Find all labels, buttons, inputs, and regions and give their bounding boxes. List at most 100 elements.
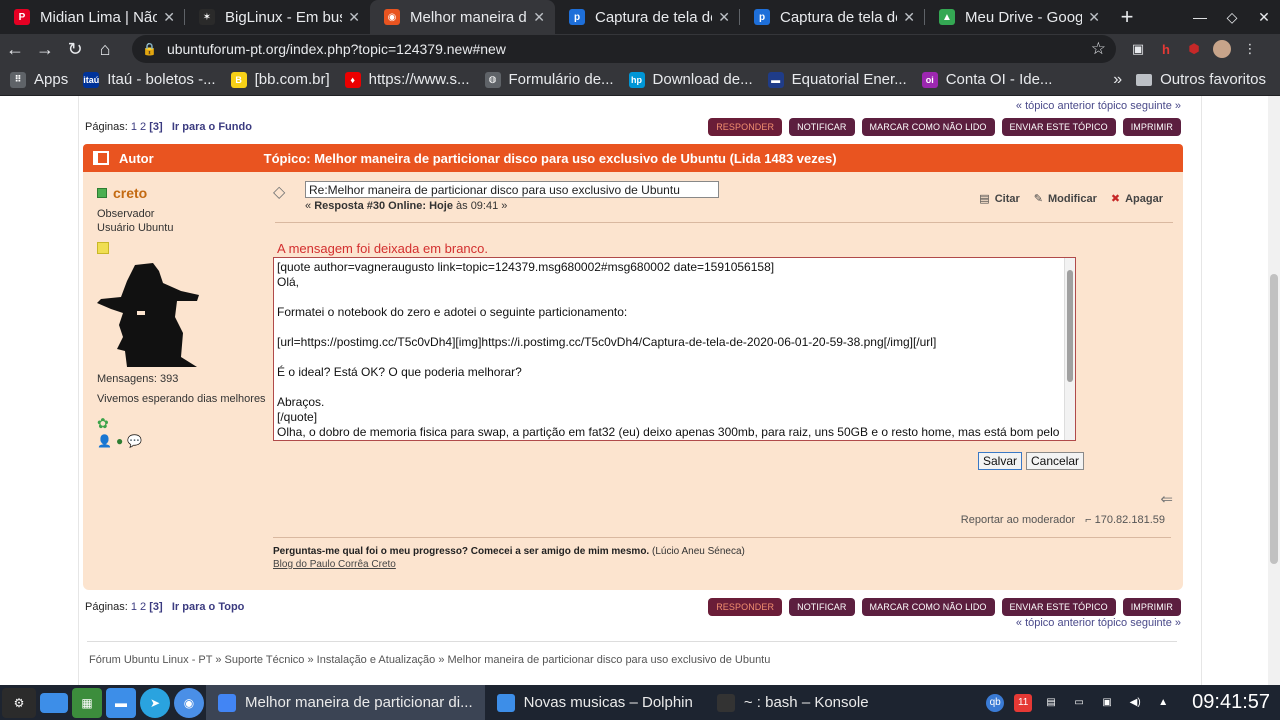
scrollbar-thumb[interactable] <box>1270 274 1278 564</box>
lock-icon: 🔒 <box>142 42 157 56</box>
page-links[interactable]: 1 2 <box>131 601 146 613</box>
imprimir-button[interactable]: IMPRIMIR <box>1122 598 1181 616</box>
ubuntu-icon: ◉ <box>384 9 400 25</box>
restore-icon[interactable]: ◇ <box>1216 0 1248 34</box>
profile-avatar-icon[interactable] <box>1208 35 1236 63</box>
browser-tab[interactable]: ▲ Meu Drive - Google ✕ <box>925 0 1110 34</box>
enviar-este-t-pico-button[interactable]: ENVIAR ESTE TÓPICO <box>1001 118 1116 136</box>
bookmark-item[interactable]: B [bb.com.br] <box>230 71 330 88</box>
tab-close-icon[interactable]: ✕ <box>348 9 360 26</box>
bookmark-item[interactable]: ♦ https://www.s... <box>344 71 470 88</box>
icq-icon[interactable]: ✿ <box>97 415 267 432</box>
tab-close-icon[interactable]: ✕ <box>163 9 175 26</box>
save-button[interactable]: Salvar <box>978 452 1023 470</box>
telegram-icon[interactable]: ➤ <box>140 687 170 718</box>
goto-bottom-link[interactable]: Ir para o Fundo <box>172 121 252 133</box>
cancel-button[interactable]: Cancelar <box>1026 452 1085 470</box>
extension-h-icon[interactable]: h <box>1152 35 1180 63</box>
menu-icon[interactable]: ⋮ <box>1236 35 1264 63</box>
page-links[interactable]: 1 2 <box>131 121 146 133</box>
santander-icon: ♦ <box>344 71 361 88</box>
poster-name[interactable]: creto <box>113 185 147 201</box>
responder-button[interactable]: RESPONDER <box>708 118 783 136</box>
app-launcher-icon[interactable]: ⚙ <box>2 687 36 718</box>
subject-input[interactable]: Re:Melhor maneira de particionar disco p… <box>305 181 719 198</box>
calculator-icon[interactable]: ▦ <box>72 687 102 718</box>
marcar-como-n-o-lido-button[interactable]: MARCAR COMO NÃO LIDO <box>861 118 995 136</box>
tab-close-icon[interactable]: ✕ <box>533 9 545 26</box>
enviar-este-t-pico-button[interactable]: ENVIAR ESTE TÓPICO <box>1001 598 1116 616</box>
network-icon[interactable]: ▣ <box>1098 694 1116 712</box>
bookmark-item[interactable]: ⠿ Apps <box>10 71 68 88</box>
clock[interactable]: 09:41:57 <box>1192 691 1270 714</box>
responder-button[interactable]: RESPONDER <box>708 598 783 616</box>
postimages-icon: p <box>569 9 585 25</box>
goto-top-link[interactable]: Ir para o Topo <box>172 601 245 613</box>
bookmark-item[interactable]: ◍ Formulário de... <box>484 71 614 88</box>
delete-button[interactable]: ✖ Apagar <box>1110 192 1163 206</box>
report-link[interactable]: Reportar ao moderador <box>961 514 1075 526</box>
new-tab-button[interactable]: + <box>1110 0 1144 34</box>
quick-reply-icon[interactable]: ⇐ <box>1160 490 1173 508</box>
message-icon[interactable]: 💬 <box>127 434 142 448</box>
delete-icon: ✖ <box>1110 193 1121 205</box>
bookmark-item[interactable]: ▬ Equatorial Ener... <box>767 71 907 88</box>
message-textarea[interactable]: [quote author=vagneraugusto link=topic=1… <box>273 257 1076 441</box>
marcar-como-n-o-lido-button[interactable]: MARCAR COMO NÃO LIDO <box>861 598 995 616</box>
expand-tray-icon[interactable]: ▲ <box>1154 694 1172 712</box>
browser-tab[interactable]: P Midian Lima | Não F ✕ <box>0 0 185 34</box>
browser-tab[interactable]: p Captura de tela de 2 ✕ <box>555 0 740 34</box>
quote-button[interactable]: ▤ Citar <box>979 192 1019 206</box>
tab-close-icon[interactable]: ✕ <box>903 9 915 26</box>
bookmark-item[interactable]: oi Conta OI - Ide... <box>921 71 1052 88</box>
tab-close-icon[interactable]: ✕ <box>1088 9 1100 26</box>
bookmark-item[interactable]: hp Download de... <box>628 71 753 88</box>
browser-tab[interactable]: ✶ BigLinux - Em busc ✕ <box>185 0 370 34</box>
imprimir-button[interactable]: IMPRIMIR <box>1122 118 1181 136</box>
breadcrumb[interactable]: Fórum Ubuntu Linux - PT » Suporte Técnic… <box>89 654 770 666</box>
post-subject-icon: ◇ <box>273 184 286 201</box>
pinterest-icon: P <box>14 9 30 25</box>
notification-badge-icon[interactable]: 11 <box>1014 693 1033 712</box>
notificar-button[interactable]: NOTIFICAR <box>789 118 855 136</box>
website-globe-icon[interactable]: ● <box>116 434 123 448</box>
storage-icon[interactable]: ▭ <box>1070 694 1088 712</box>
tab-search-icon[interactable]: ▣ <box>1124 35 1152 63</box>
address-bar[interactable]: 🔒 ubuntuforum-pt.org/index.php?topic=124… <box>132 35 1116 63</box>
postimages-icon: p <box>754 9 770 25</box>
clipboard-icon[interactable]: ▤ <box>1042 694 1060 712</box>
tab-close-icon[interactable]: ✕ <box>718 9 730 26</box>
minimize-icon[interactable]: — <box>1184 0 1216 34</box>
desktop-pager-icon[interactable] <box>40 692 68 713</box>
blog-link[interactable]: Blog do Paulo Corrêa Creto <box>273 559 745 570</box>
taskbar-task[interactable]: Novas musicas – Dolphin <box>485 685 705 720</box>
page-scrollbar[interactable] <box>1268 96 1280 685</box>
topic-buttons-top: RESPONDER NOTIFICAR MARCAR COMO NÃO LIDO EN… <box>708 118 1181 136</box>
notificar-button[interactable]: NOTIFICAR <box>789 598 855 616</box>
modify-button[interactable]: ✎ Modificar <box>1034 192 1097 206</box>
taskbar-task[interactable]: Melhor maneira de particionar di... <box>206 685 485 720</box>
textarea-scrollbar[interactable] <box>1064 258 1075 440</box>
online-status-icon <box>97 188 107 198</box>
back-icon[interactable]: ← <box>0 34 30 64</box>
files-icon[interactable]: ▬ <box>106 687 136 718</box>
extension-ublock-icon[interactable]: ⬢ <box>1180 35 1208 63</box>
browser-tab[interactable]: p Captura de tela de 2 ✕ <box>740 0 925 34</box>
close-window-icon[interactable]: ✕ <box>1248 0 1280 34</box>
topic-nav-bottom[interactable]: « tópico anterior tópico seguinte » <box>1016 617 1181 629</box>
profile-icon[interactable]: 👤 <box>97 434 112 448</box>
home-icon[interactable]: ⌂ <box>90 34 120 64</box>
reload-icon[interactable]: ↻ <box>60 34 90 64</box>
forward-icon[interactable]: → <box>30 34 60 64</box>
browser-tab[interactable]: ◉ Melhor maneira de ✕ <box>370 0 555 34</box>
quote-icon: ▤ <box>979 193 990 205</box>
other-bookmarks-folder[interactable]: Outros favoritos <box>1136 71 1266 88</box>
taskbar-task[interactable]: ~ : bash – Konsole <box>705 685 881 720</box>
qbittorrent-icon[interactable]: qb <box>986 693 1005 712</box>
bookmarks-overflow-icon[interactable]: » <box>1113 71 1122 89</box>
volume-icon[interactable]: ◀) <box>1126 694 1144 712</box>
chromium-icon[interactable]: ◉ <box>174 687 204 718</box>
bookmark-item[interactable]: itaú Itaú - boletos -... <box>83 71 216 88</box>
topic-nav-top[interactable]: « tópico anterior tópico seguinte » <box>1016 100 1181 112</box>
bookmark-star-icon[interactable]: ☆ <box>1091 39 1106 59</box>
